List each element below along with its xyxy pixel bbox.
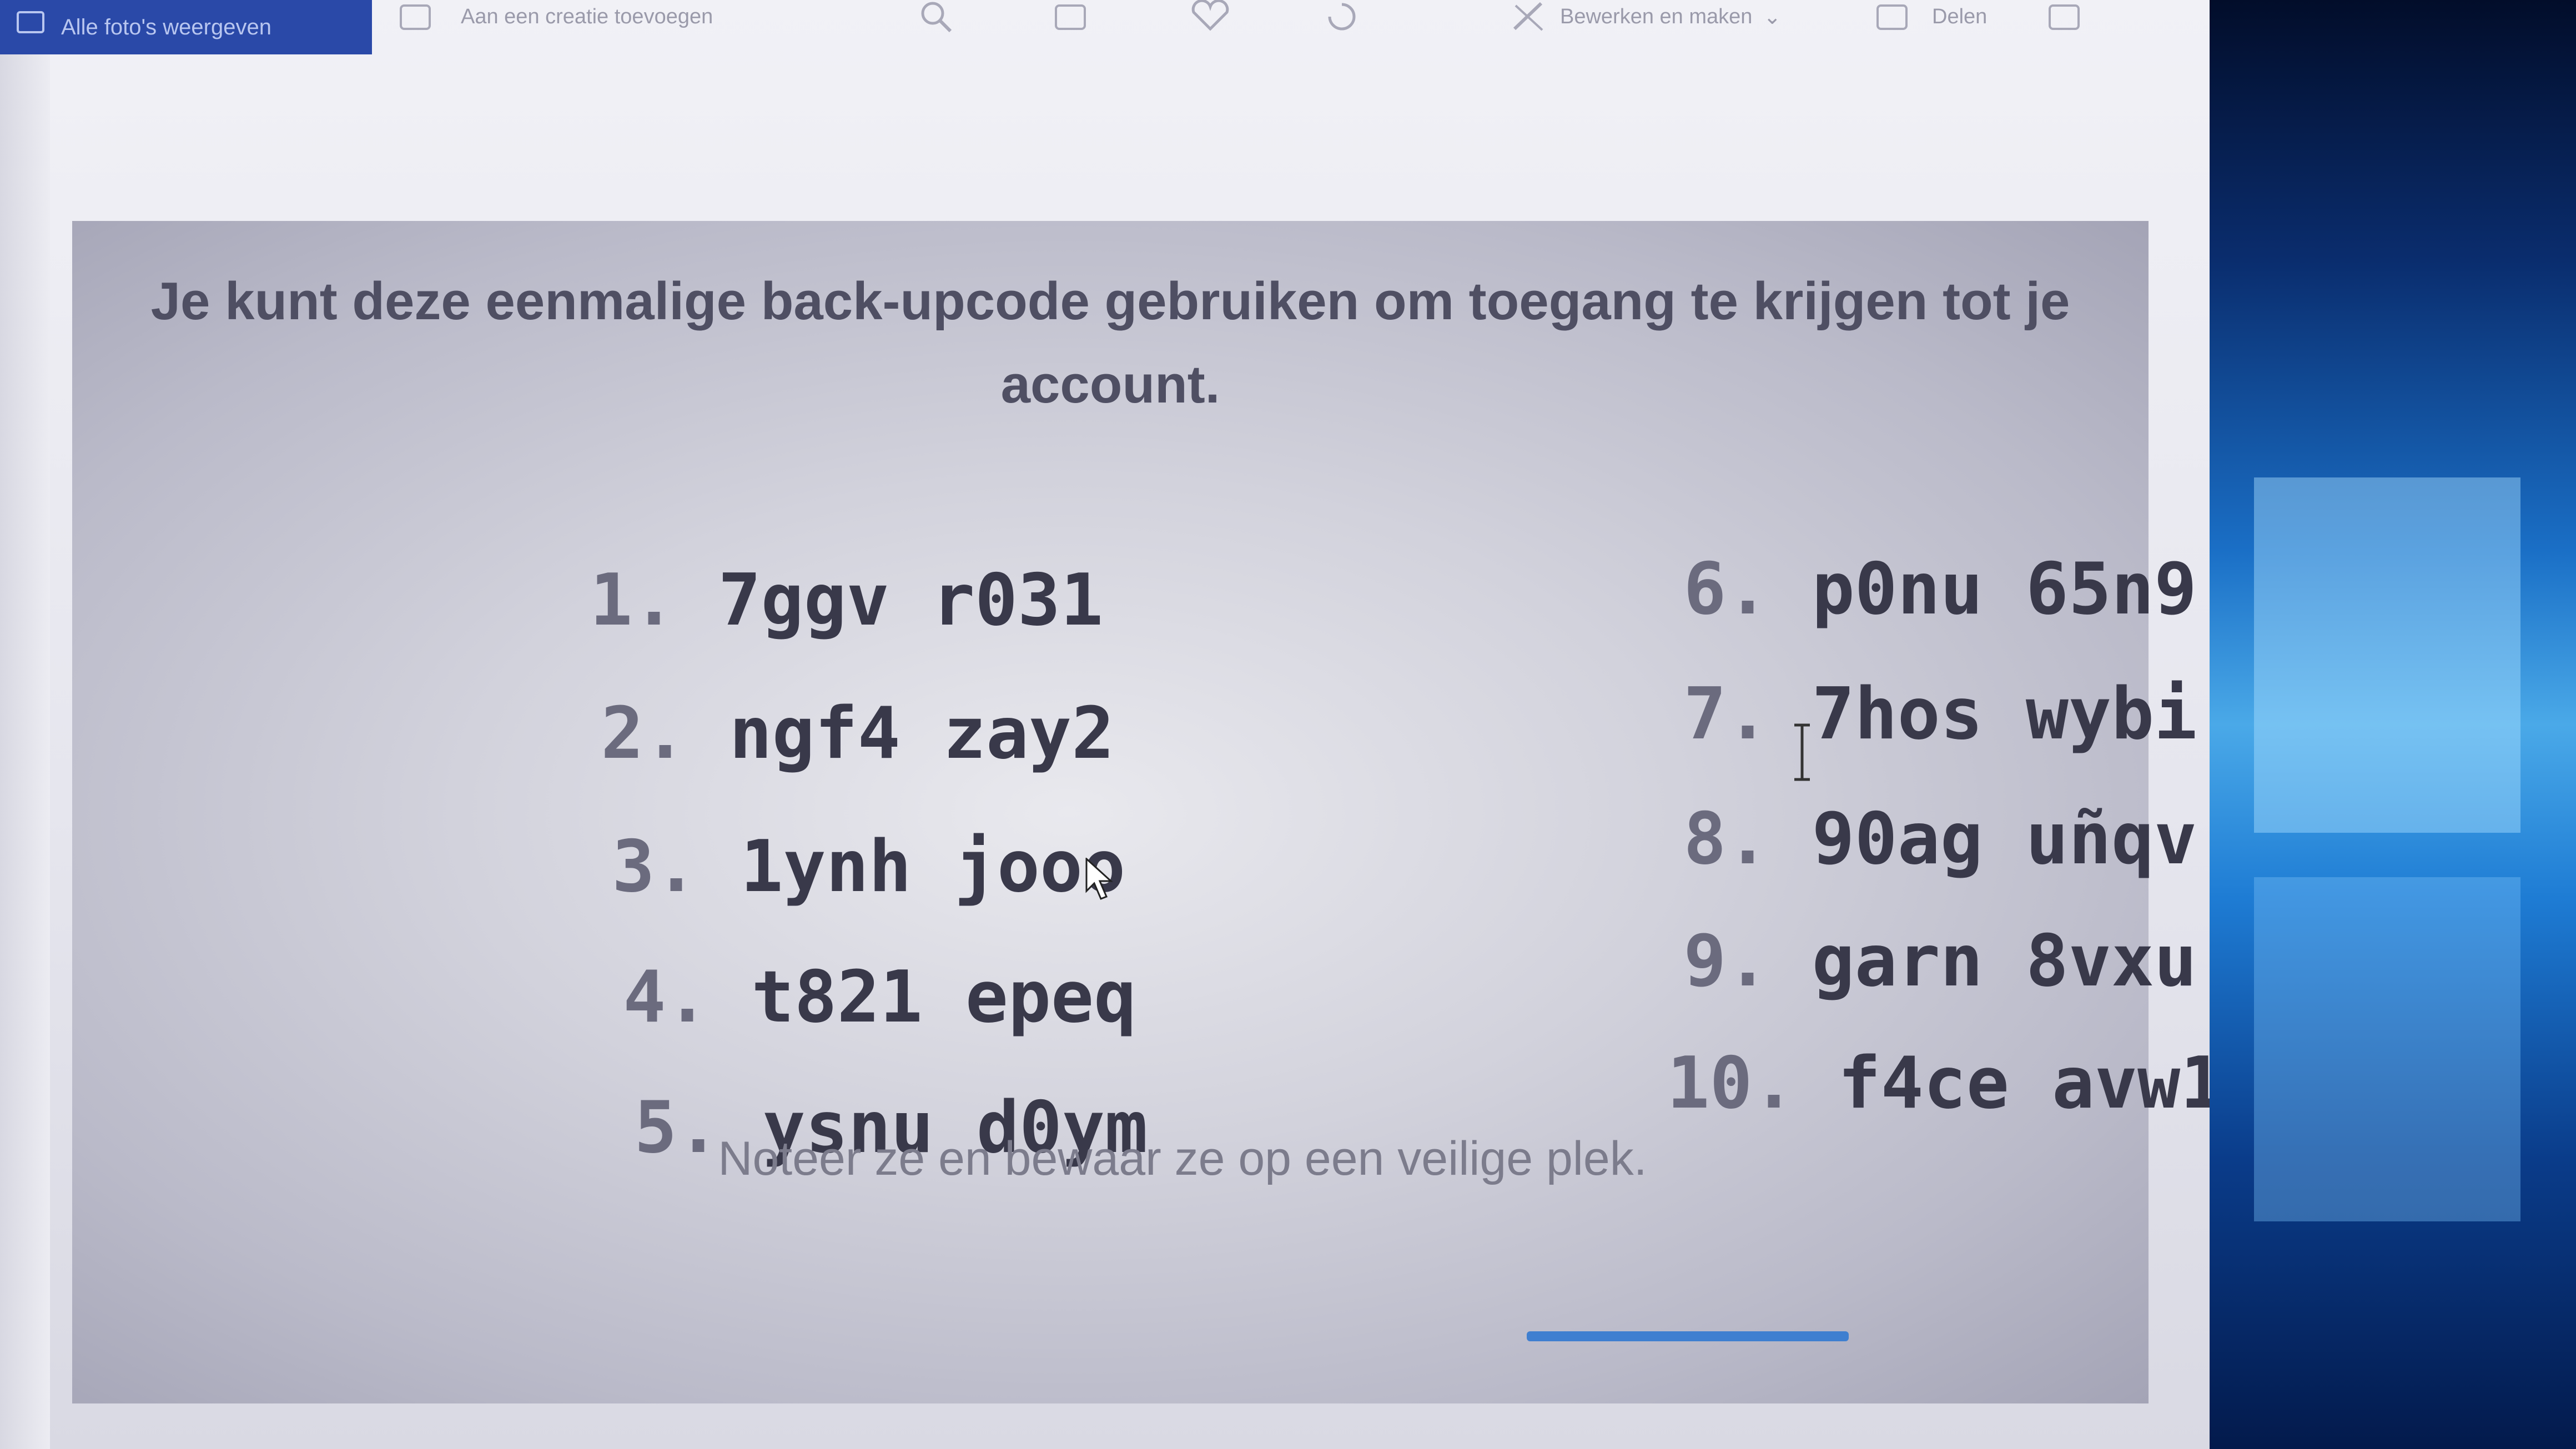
rotate-icon: [1328, 3, 1356, 31]
share-label: Delen: [1932, 4, 1988, 28]
backup-code-5: 5. ysnu d0ym: [378, 1004, 1148, 1252]
wallpaper-window-pane: [2254, 477, 2520, 833]
favorite-button[interactable]: [1188, 0, 1232, 33]
screen: Alle foto's weergeven Aan een creatie to…: [0, 0, 2221, 1449]
progress-indicator: [1527, 1331, 1849, 1341]
add-to-creation-icon: [400, 4, 431, 30]
footer-note: Noteer ze en bewaar ze op een veilige pl…: [718, 1132, 1647, 1185]
mouse-pointer-icon: [1085, 858, 1113, 900]
wallpaper-window-pane: [2254, 877, 2520, 1221]
zoom-button[interactable]: [916, 0, 955, 33]
zoom-icon: [921, 2, 952, 33]
code-value: f4ce avw1: [1838, 1042, 2221, 1125]
text-cursor-icon: [1794, 723, 1810, 781]
edit-icon: [1513, 2, 1543, 31]
photos-icon: [17, 11, 44, 33]
backup-codes-dialog: Je kunt deze eenmalige back-upcode gebru…: [72, 221, 2221, 1403]
photo-toolbar: Alle foto's weergeven Aan een creatie to…: [0, 0, 2221, 54]
add-to-creation-button[interactable]: Aan een creatie toevoegen: [400, 0, 713, 33]
edit-create-button[interactable]: Bewerken en maken ⌄: [1510, 0, 1781, 33]
slideshow-icon: [1055, 4, 1086, 30]
rotate-button[interactable]: [1321, 0, 1360, 33]
add-to-creation-label: Aan een creatie toevoegen: [461, 4, 713, 28]
code-number: 10.: [1667, 1042, 1795, 1125]
dialog-heading: Je kunt deze eenmalige back-upcode gebru…: [150, 271, 2070, 414]
edit-create-label: Bewerken en maken: [1560, 4, 1753, 28]
view-all-photos-button[interactable]: Alle foto's weergeven: [0, 0, 372, 54]
print-icon: [2049, 4, 2080, 30]
share-icon: [1876, 4, 1908, 30]
heart-icon: [1191, 0, 1229, 31]
share-button[interactable]: Delen: [1876, 0, 1987, 33]
desktop-wallpaper: [2210, 0, 2576, 1449]
chevron-down-icon: ⌄: [1763, 5, 1782, 29]
view-all-photos-label: Alle foto's weergeven: [61, 14, 271, 39]
left-panel-edge: [0, 0, 50, 1449]
